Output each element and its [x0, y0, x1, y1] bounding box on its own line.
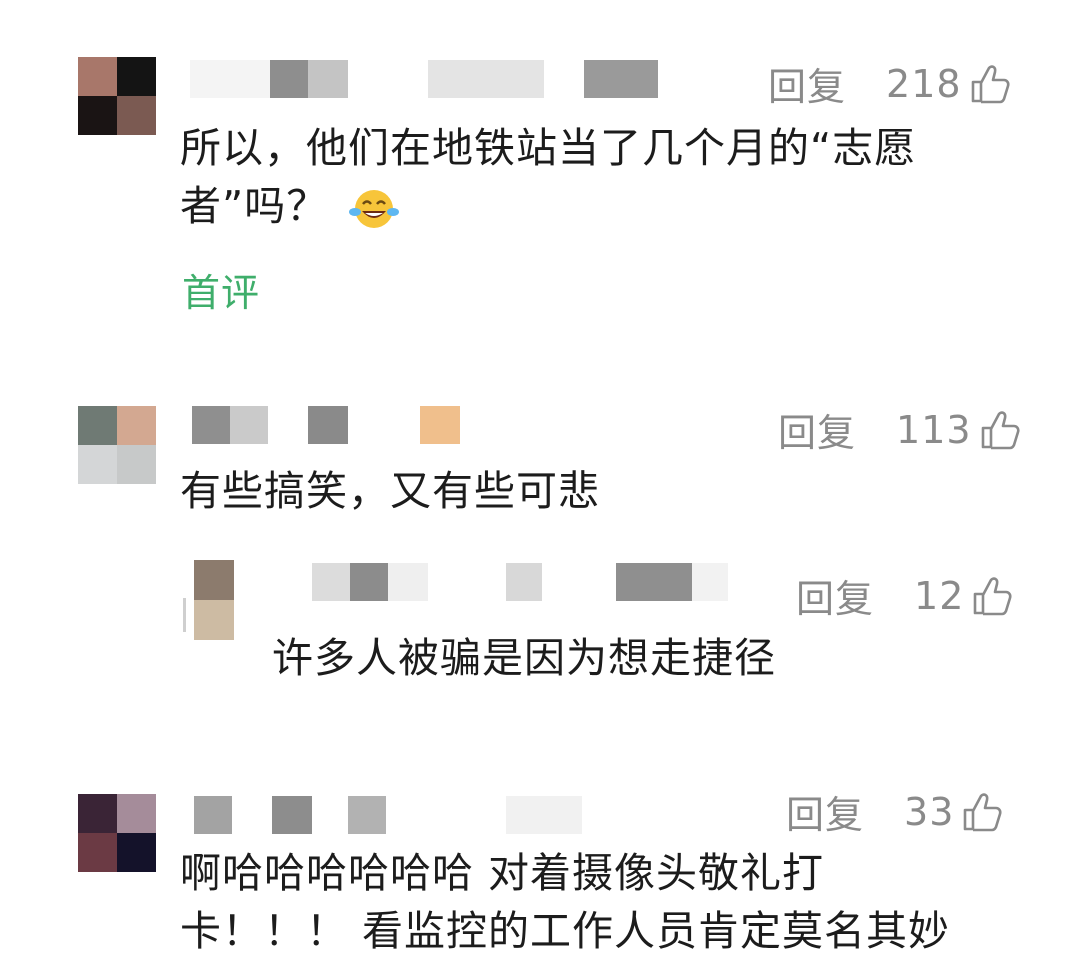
- comment-text: 所以，他们在地铁站当了几个月的“志愿 者”吗？: [180, 124, 917, 230]
- username-redacted[interactable]: [194, 796, 582, 834]
- like-count: 12: [914, 573, 965, 618]
- thumbs-up-icon[interactable]: [970, 574, 1014, 618]
- reply-button[interactable]: 回复: [768, 56, 846, 111]
- comment-actions: 回复 113: [778, 402, 1022, 457]
- reply-indent-marker: [183, 598, 186, 632]
- comment-text: 许多人被骗是因为想走捷径: [272, 634, 776, 682]
- username-redacted[interactable]: [192, 406, 532, 444]
- comment-actions: 回复 218: [768, 56, 1012, 111]
- avatar[interactable]: [78, 406, 156, 484]
- reply-button[interactable]: 回复: [796, 568, 874, 623]
- thumbs-up-icon[interactable]: [968, 62, 1012, 106]
- comment-text: 啊哈哈哈哈哈哈 对着摄像头敬礼打 卡！！！ 看监控的工作人员肯定莫名其妙: [180, 849, 951, 955]
- reply-button[interactable]: 回复: [778, 402, 856, 457]
- first-comment-tag: 首评: [182, 271, 261, 315]
- avatar[interactable]: [78, 794, 156, 872]
- like-count: 218: [886, 61, 962, 106]
- laughing-tears-emoji-icon: [349, 190, 400, 228]
- comment-text: 有些搞笑，又有些可悲: [180, 467, 600, 515]
- reply-button[interactable]: 回复: [786, 784, 864, 839]
- like-count: 33: [904, 789, 955, 834]
- like-count: 113: [896, 407, 972, 452]
- username-redacted[interactable]: [190, 60, 658, 98]
- comment-actions: 回复 12: [796, 568, 1014, 623]
- avatar[interactable]: [78, 57, 156, 135]
- thumbs-up-icon[interactable]: [978, 408, 1022, 452]
- username-redacted[interactable]: [312, 563, 728, 601]
- thumbs-up-icon[interactable]: [960, 790, 1004, 834]
- avatar[interactable]: [194, 560, 234, 640]
- comment-actions: 回复 33: [786, 784, 1004, 839]
